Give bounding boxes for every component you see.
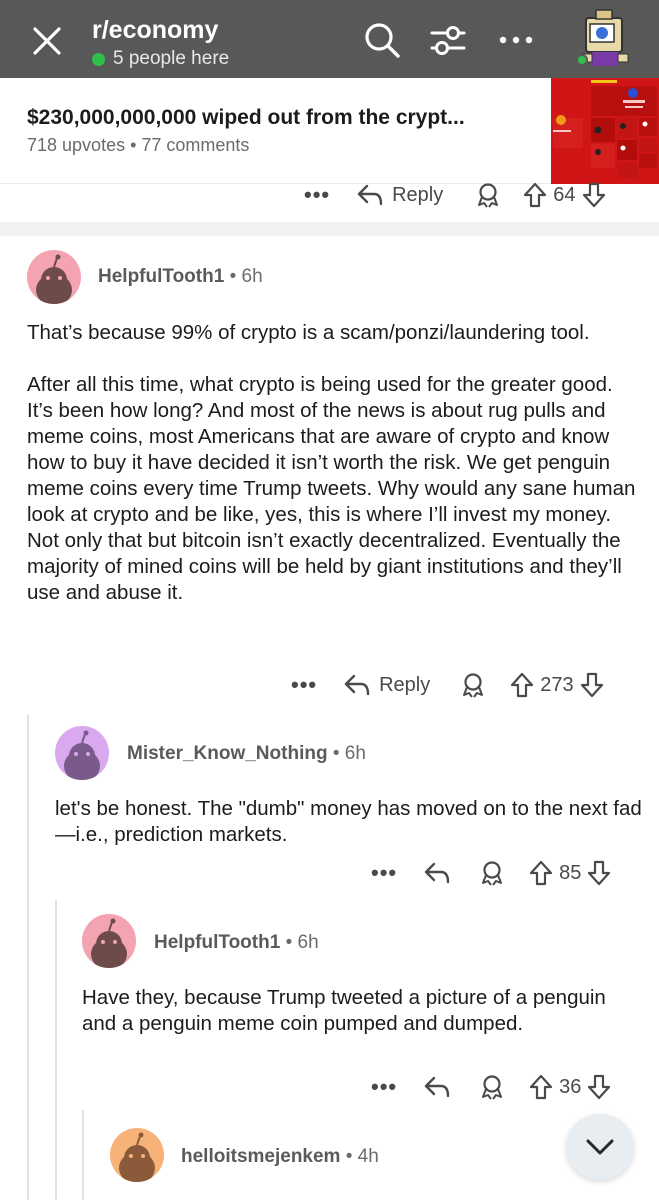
comment-paragraph: That’s because 99% of crypto is a scam/p… — [27, 321, 590, 344]
upvote-icon[interactable] — [529, 860, 553, 886]
downvote-icon[interactable] — [582, 182, 606, 208]
vote-count: 36 — [559, 1075, 582, 1098]
comment-time: • 6h — [229, 266, 263, 287]
downvote-icon[interactable] — [587, 1074, 611, 1100]
reply-icon[interactable] — [423, 1075, 451, 1099]
comment-author[interactable]: HelpfulTooth1 • 6h — [154, 932, 319, 954]
upvote-icon[interactable] — [510, 672, 534, 698]
parent-comment-actions: ••• Reply 64 — [304, 182, 606, 208]
user-online-indicator — [576, 54, 588, 66]
more-icon[interactable]: ••• — [371, 1074, 397, 1100]
comment-paragraph: After all this time, what crypto is bein… — [27, 373, 636, 604]
award-icon[interactable] — [479, 860, 505, 886]
avatar[interactable] — [82, 914, 136, 968]
thread-line[interactable] — [82, 1110, 84, 1200]
more-icon[interactable]: ••• — [371, 860, 397, 886]
username[interactable]: HelpfulTooth1 — [154, 932, 280, 953]
avatar[interactable] — [110, 1128, 164, 1182]
downvote-icon[interactable] — [587, 860, 611, 886]
comment-time: • 6h — [285, 932, 319, 953]
thread-line[interactable] — [55, 900, 57, 1200]
avatar[interactable] — [55, 726, 109, 780]
chevron-down-icon — [586, 1139, 614, 1155]
more-icon[interactable]: ••• — [291, 672, 317, 698]
comment-body: Have they, because Trump tweeted a pictu… — [82, 985, 622, 1037]
post-summary-card[interactable]: $230,000,000,000 wiped out from the cryp… — [0, 78, 659, 184]
username[interactable]: helloitsmejenkem — [181, 1146, 340, 1167]
online-indicator-icon — [92, 52, 105, 66]
upvote-icon[interactable] — [523, 182, 547, 208]
comment-paragraph: Have they, because Trump tweeted a pictu… — [82, 986, 606, 1035]
reply-button[interactable]: Reply — [343, 673, 430, 697]
vote-count: 273 — [540, 673, 574, 696]
more-icon[interactable]: ••• — [304, 182, 330, 208]
comment-paragraph: let's be honest. The "dumb" money has mo… — [55, 797, 642, 846]
reply-label: Reply — [379, 673, 431, 696]
reply-icon[interactable] — [423, 861, 451, 885]
close-icon[interactable] — [30, 24, 64, 58]
comment-time: • 4h — [345, 1146, 379, 1167]
username[interactable]: HelpfulTooth1 — [98, 266, 224, 287]
comment-actions: ••• 85 — [371, 860, 611, 886]
online-count-label: 5 people here — [113, 48, 230, 69]
thread-line[interactable] — [27, 715, 29, 1200]
search-icon[interactable] — [362, 20, 402, 60]
vote-count: 85 — [559, 861, 582, 884]
subreddit-title[interactable]: r/economy — [92, 16, 218, 45]
post-meta: 718 upvotes • 77 comments — [27, 135, 250, 155]
top-bar: r/economy 5 people here — [0, 0, 659, 78]
comment-actions: ••• Reply 273 — [291, 672, 604, 698]
post-title[interactable]: $230,000,000,000 wiped out from the cryp… — [27, 106, 465, 130]
reply-label: Reply — [392, 183, 444, 206]
downvote-icon[interactable] — [580, 672, 604, 698]
comment-author[interactable]: Mister_Know_Nothing • 6h — [127, 743, 366, 765]
reply-button[interactable]: Reply — [356, 183, 443, 207]
post-thumbnail[interactable] — [551, 78, 659, 184]
more-options-icon[interactable] — [496, 20, 536, 60]
online-count: 5 people here — [92, 48, 229, 70]
comment-actions: ••• 36 — [371, 1074, 611, 1100]
upvote-icon[interactable] — [529, 1074, 553, 1100]
award-icon[interactable] — [475, 182, 501, 208]
comment-author[interactable]: helloitsmejenkem • 4h — [181, 1146, 379, 1168]
filter-icon[interactable] — [428, 20, 468, 60]
scroll-down-button[interactable] — [566, 1114, 634, 1180]
comment-body: let's be honest. The "dumb" money has mo… — [55, 796, 645, 848]
vote-count: 64 — [553, 183, 576, 206]
comment-time: • 6h — [332, 743, 366, 764]
avatar[interactable] — [27, 250, 81, 304]
award-icon[interactable] — [479, 1074, 505, 1100]
section-divider — [0, 222, 659, 236]
comment-author[interactable]: HelpfulTooth1 • 6h — [98, 266, 263, 288]
comment-body: That’s because 99% of crypto is a scam/p… — [27, 320, 642, 606]
award-icon[interactable] — [460, 672, 486, 698]
username[interactable]: Mister_Know_Nothing — [127, 743, 328, 764]
